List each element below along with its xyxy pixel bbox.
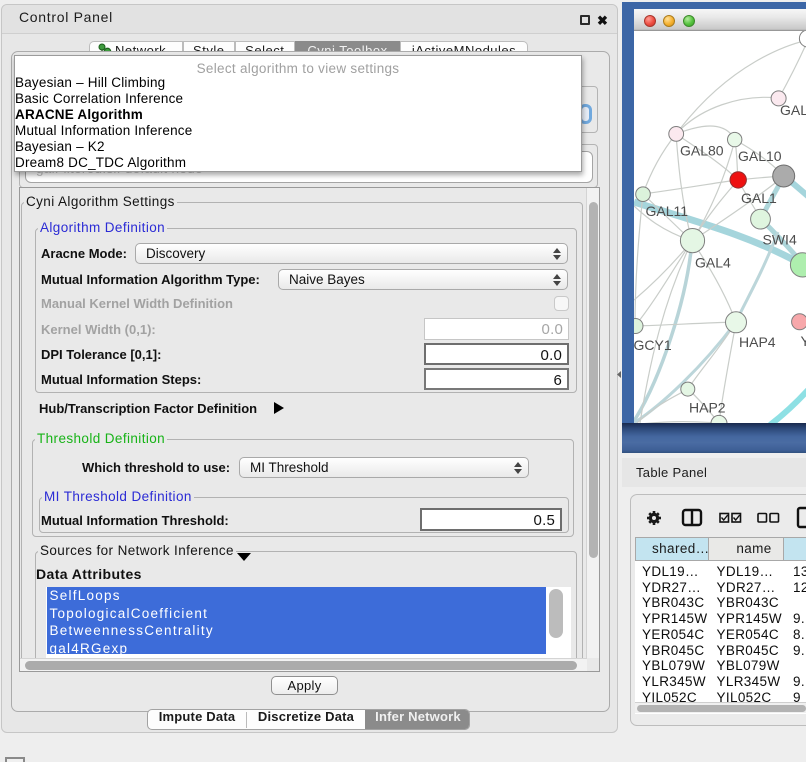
svg-text:HAP4: HAP4 — [739, 334, 776, 350]
svg-text:GAL1: GAL1 — [741, 190, 777, 206]
svg-text:GAL11: GAL11 — [646, 203, 689, 219]
svg-text:HAP2: HAP2 — [689, 400, 726, 416]
svg-text:SWI4: SWI4 — [763, 232, 797, 248]
svg-text:GAL10: GAL10 — [738, 148, 782, 164]
svg-text:YDR: YDR — [801, 333, 806, 349]
svg-text:GAL80: GAL80 — [680, 143, 724, 159]
svg-text:GCY1: GCY1 — [634, 337, 672, 353]
svg-text:GAL2: GAL2 — [780, 102, 806, 118]
svg-text:GAL4: GAL4 — [695, 255, 731, 271]
